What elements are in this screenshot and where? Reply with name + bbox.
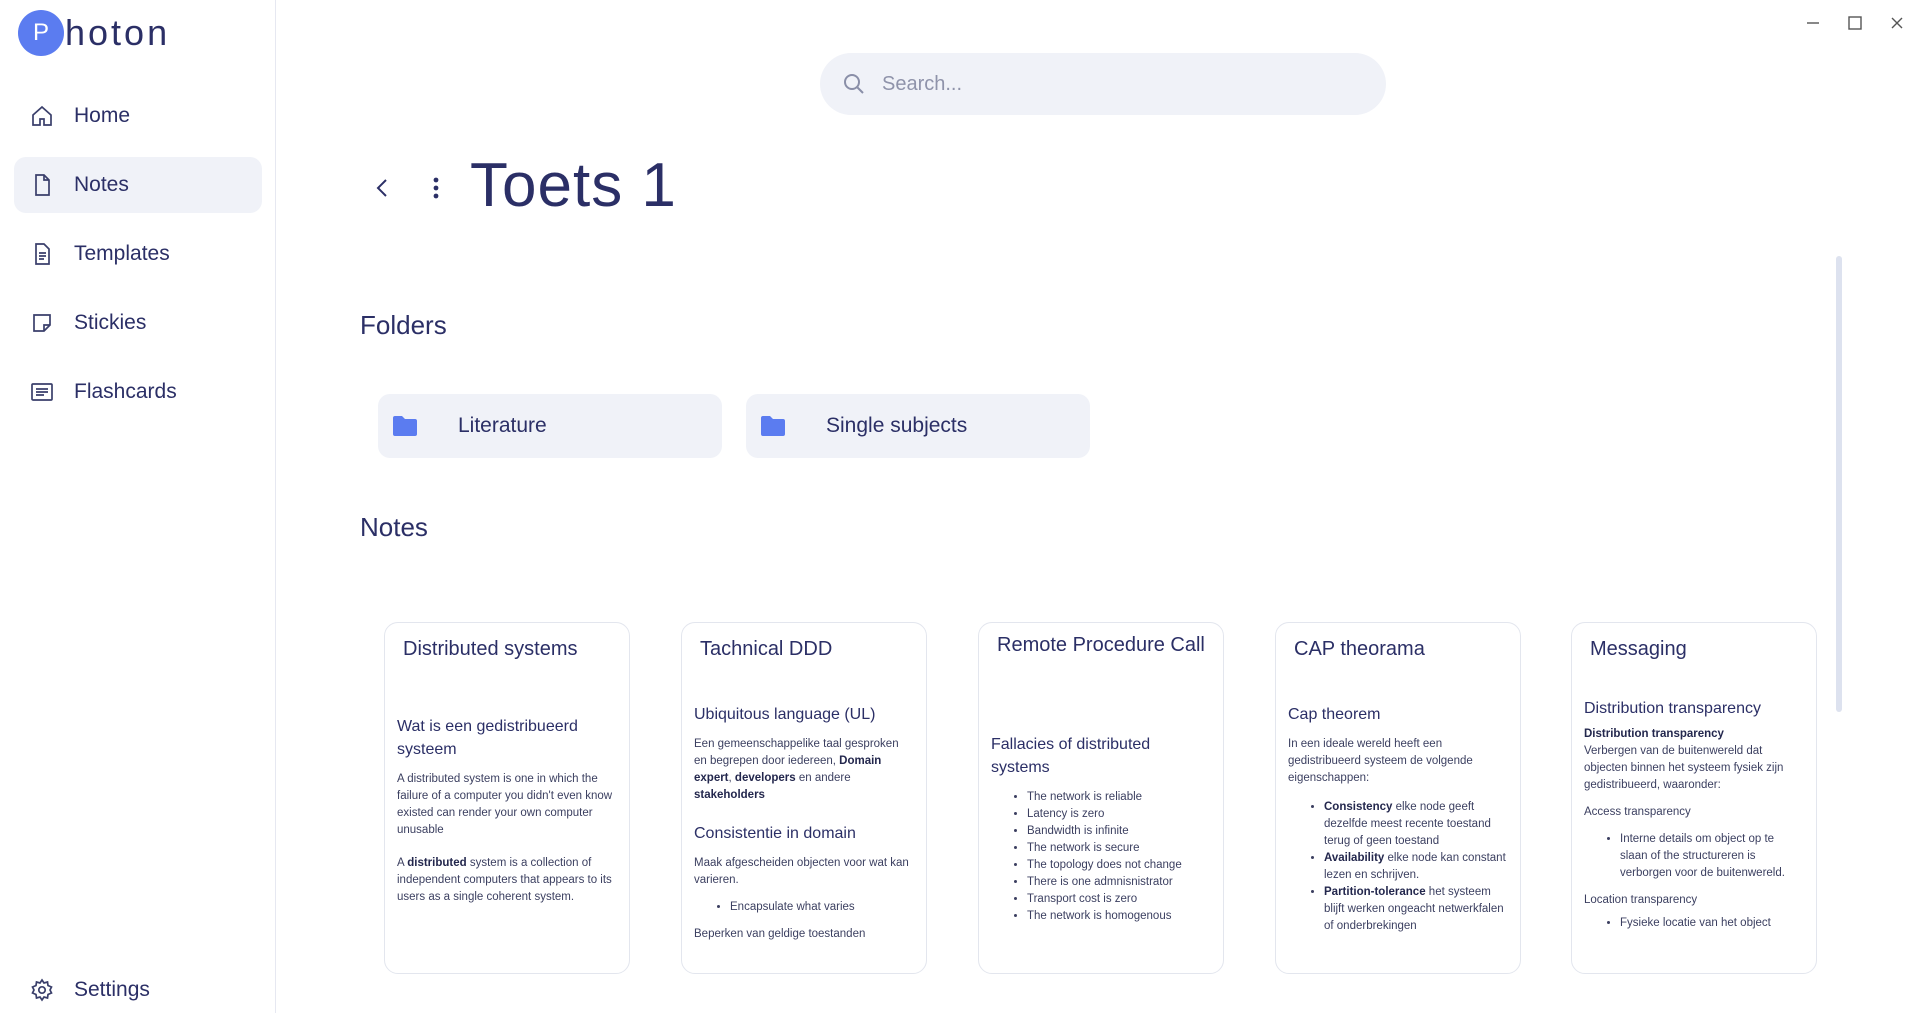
- note-preview: Fallacies of distributed systems The net…: [979, 733, 1223, 925]
- folder-label: Single subjects: [826, 414, 968, 437]
- note-paragraph: In een ideale wereld heeft een gedistrib…: [1288, 738, 1473, 784]
- folder-icon: [761, 416, 785, 436]
- sidebar-item-notes[interactable]: Notes: [14, 157, 262, 213]
- maximize-icon: [1848, 16, 1862, 30]
- note-title: Messaging: [1590, 638, 1687, 660]
- gear-icon: [28, 976, 56, 1004]
- note-paragraph: A distributed system is one in which the…: [397, 773, 613, 836]
- folder-icon: [393, 416, 417, 436]
- note-title: Distributed systems: [403, 638, 578, 660]
- note-heading: Fallacies of distributed systems: [991, 736, 1151, 776]
- note-list: Fysieke locatie van het object: [1584, 915, 1804, 932]
- note-preview: Cap theorem In een ideale wereld heeft e…: [1276, 703, 1520, 935]
- folder-single-subjects[interactable]: Single subjects: [746, 394, 1090, 458]
- note-preview: Distribution transparency Distribution t…: [1572, 697, 1816, 932]
- sidebar-item-settings[interactable]: Settings: [14, 962, 262, 1013]
- sidebar-item-flashcards[interactable]: Flashcards: [14, 364, 262, 420]
- list-item: There is one admnisnistrator: [1027, 874, 1211, 891]
- note-title: Remote Procedure Call: [997, 634, 1205, 656]
- note-paragraph: Distribution transparency Verbergen van d…: [1584, 728, 1784, 791]
- note-list: Interne details om object op te slaan of…: [1584, 831, 1804, 882]
- sidebar-nav: Home Notes Templates Stickies Flashcards: [14, 88, 262, 433]
- sticky-icon: [28, 309, 56, 337]
- sidebar-item-home[interactable]: Home: [14, 88, 262, 144]
- note-paragraph: Location transparency: [1584, 894, 1698, 906]
- note-card-cap-theorem[interactable]: CAP theorama Cap theorem In een ideale w…: [1275, 622, 1521, 974]
- sidebar-item-label: Templates: [74, 242, 170, 265]
- list-item: Partition-tolerance het systeem blijft w…: [1324, 884, 1508, 935]
- list-item: Fysieke locatie van het object: [1620, 915, 1804, 932]
- list-item: Encapsulate what varies: [730, 899, 914, 916]
- list-item: Bandwidth is infinite: [1027, 823, 1211, 840]
- note-paragraph: Een gemeenschappelike taal gesproken en …: [694, 738, 899, 801]
- sidebar-item-stickies[interactable]: Stickies: [14, 295, 262, 351]
- note-preview: Ubiquitous language (UL) Een gemeenschap…: [682, 703, 926, 943]
- sidebar-item-label: Stickies: [74, 311, 147, 334]
- note-list: Encapsulate what varies: [694, 899, 914, 916]
- note-heading: Distribution transparency: [1584, 700, 1761, 717]
- search-icon: [844, 74, 864, 94]
- sidebar-item-label: Home: [74, 104, 131, 127]
- note-heading: Consistentie in domain: [694, 825, 856, 842]
- note-card-technical-ddd[interactable]: Tachnical DDD Ubiquitous language (UL) E…: [681, 622, 927, 974]
- back-button[interactable]: [370, 172, 394, 204]
- note-title: CAP theorama: [1294, 638, 1425, 660]
- chevron-left-icon: [376, 179, 387, 197]
- note-paragraph: Maak afgescheiden objecten voor wat kan …: [694, 857, 909, 886]
- note-title: Tachnical DDD: [700, 638, 833, 660]
- list-item: The network is homogenous: [1027, 908, 1211, 925]
- folder-literature[interactable]: Literature: [378, 394, 722, 458]
- note-list: Consistency elke node geeft dezelfde mee…: [1288, 799, 1508, 935]
- folder-label: Literature: [458, 414, 547, 437]
- note-heading: Cap theorem: [1288, 706, 1381, 723]
- note-preview: Wat is een gedistribueerd systeem A dist…: [385, 715, 629, 906]
- more-options-button[interactable]: [426, 172, 446, 204]
- note-paragraph: Access transparency: [1584, 806, 1691, 818]
- note-card-remote-procedure-call[interactable]: Remote Procedure Call Fallacies of distr…: [978, 622, 1224, 974]
- list-item: Availability elke node kan constant leze…: [1324, 850, 1508, 884]
- close-icon: [1891, 17, 1903, 29]
- sidebar-item-label: Notes: [74, 173, 129, 196]
- sidebar-item-templates[interactable]: Templates: [14, 226, 262, 282]
- search-input[interactable]: [882, 72, 1362, 96]
- template-icon: [28, 240, 56, 268]
- list-item: Consistency elke node geeft dezelfde mee…: [1324, 799, 1508, 850]
- list-item: The network is reliable: [1027, 789, 1211, 806]
- note-paragraph: A distributed system is a collection of …: [397, 857, 612, 903]
- note-card-distributed-systems[interactable]: Distributed systems Wat is een gedistrib…: [384, 622, 630, 974]
- settings-label: Settings: [74, 978, 150, 1001]
- list-item: The topology does not change: [1027, 857, 1211, 874]
- window-controls: [1800, 12, 1910, 34]
- note-heading: Ubiquitous language (UL): [694, 706, 876, 723]
- list-item: Transport cost is zero: [1027, 891, 1211, 908]
- sidebar-item-label: Flashcards: [74, 380, 177, 403]
- app-logo: P hoton: [18, 10, 170, 56]
- flashcard-icon: [28, 378, 56, 406]
- close-button[interactable]: [1884, 12, 1910, 34]
- logo-badge: P: [18, 10, 64, 56]
- note-icon: [28, 171, 56, 199]
- list-item: The network is secure: [1027, 840, 1211, 857]
- note-heading: Wat is een gedistribueerd systeem: [397, 718, 578, 758]
- search-bar: [820, 53, 1386, 115]
- home-icon: [28, 102, 56, 130]
- list-item: Latency is zero: [1027, 806, 1211, 823]
- minimize-button[interactable]: [1800, 12, 1826, 34]
- minimize-icon: [1807, 22, 1819, 24]
- list-item: Interne details om object op te slaan of…: [1620, 831, 1804, 882]
- app-window: P hoton Home Notes Templates Stickies Fl…: [0, 0, 1920, 1013]
- note-card-messaging[interactable]: Messaging Distribution transparency Dist…: [1571, 622, 1817, 974]
- logo-text: hoton: [65, 12, 171, 53]
- notes-heading: Notes: [360, 512, 428, 542]
- note-list: The network is reliable Latency is zero …: [991, 789, 1211, 925]
- folders-heading: Folders: [360, 310, 447, 340]
- sidebar: P hoton Home Notes Templates Stickies Fl…: [0, 0, 276, 1013]
- page-title: Toets 1: [470, 151, 677, 220]
- scrollbar[interactable]: [1836, 256, 1842, 712]
- kebab-menu-icon: [433, 177, 439, 199]
- note-paragraph: Beperken van geldige toestanden: [694, 928, 866, 940]
- maximize-button[interactable]: [1842, 12, 1868, 34]
